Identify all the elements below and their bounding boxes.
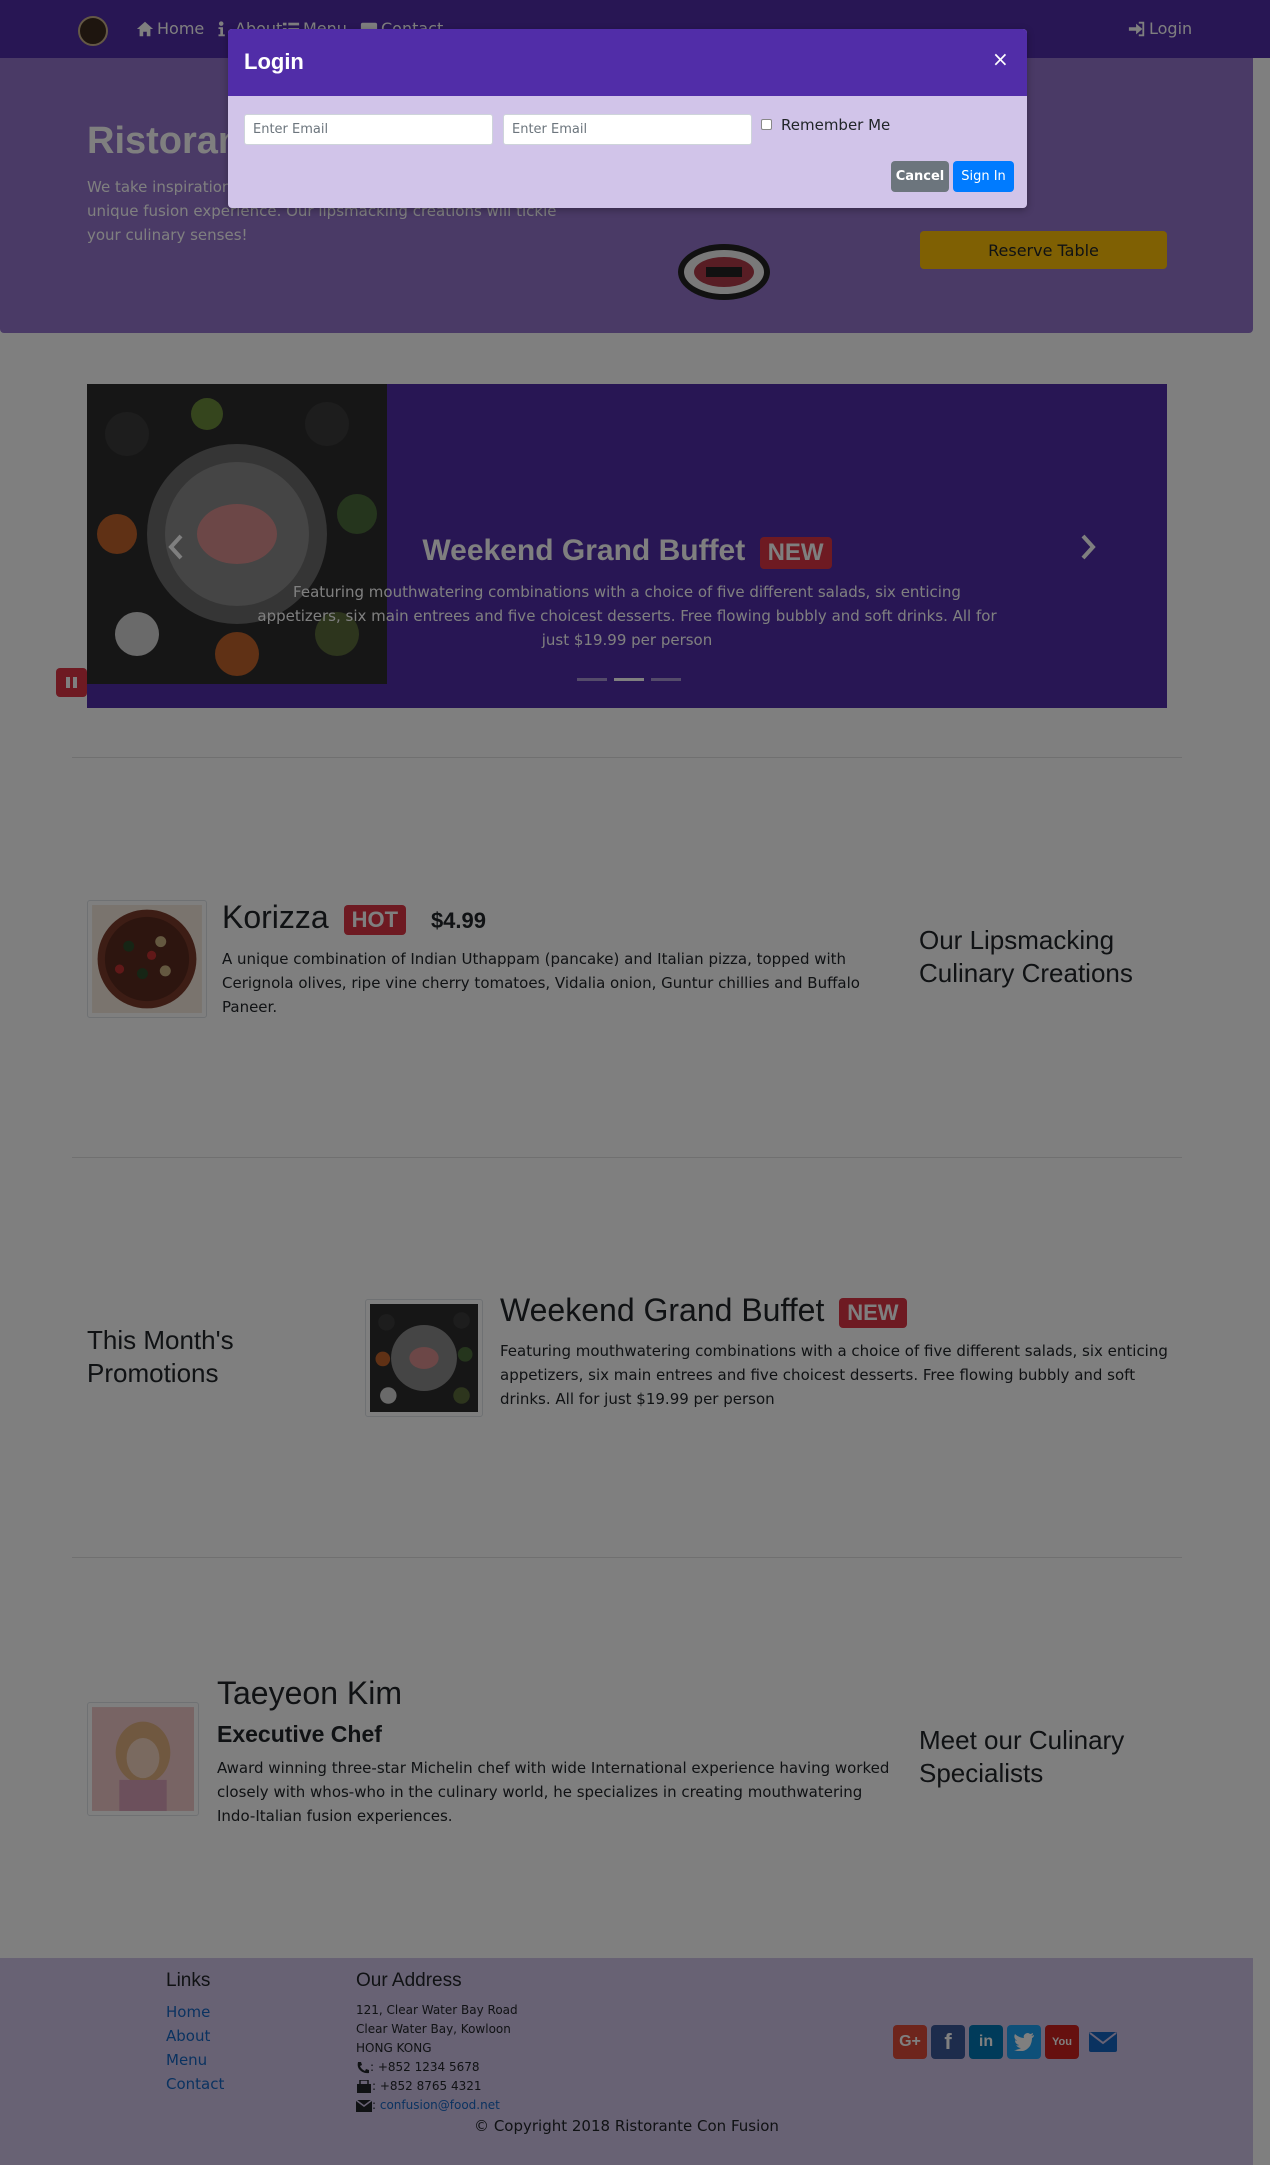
remember-me-checkbox[interactable] [761,119,772,130]
modal-header: Login × [228,29,1027,96]
modal-title: Login [244,49,304,74]
login-modal: Login × Remember Me Cancel Sign In [228,29,1027,208]
close-icon[interactable]: × [992,49,1009,69]
sign-in-button[interactable]: Sign In [953,161,1014,192]
password-field[interactable] [503,114,752,145]
cancel-button[interactable]: Cancel [891,161,949,192]
remember-me-label: Remember Me [781,116,891,134]
email-field[interactable] [244,114,493,145]
modal-backdrop[interactable] [0,0,1270,2165]
